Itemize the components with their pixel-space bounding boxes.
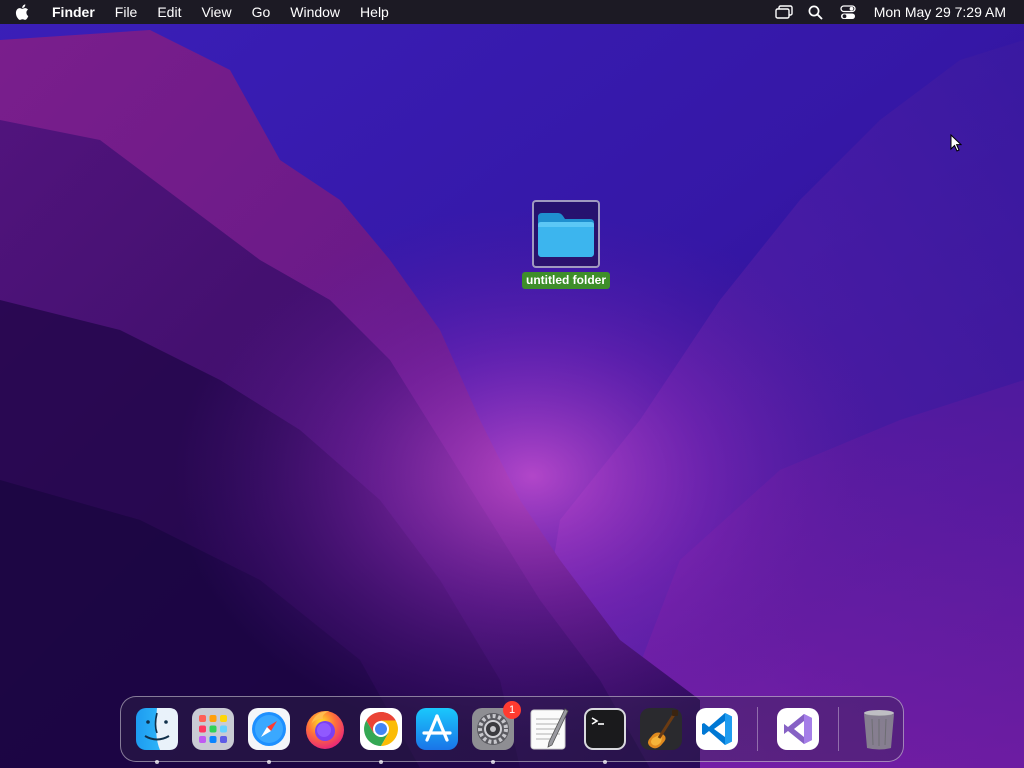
menu-go[interactable]: Go xyxy=(242,0,281,24)
garageband-icon xyxy=(640,708,682,750)
apple-logo-icon[interactable] xyxy=(0,0,44,24)
menu-app-name[interactable]: Finder xyxy=(44,0,105,24)
menu-bar: Finder File Edit View Go Window Help Mon… xyxy=(0,0,1024,24)
firefox-icon xyxy=(306,711,344,749)
screen-mirroring-icon[interactable] xyxy=(773,0,795,24)
menu-bar-status-area: Mon May 29 7:29 AM xyxy=(768,0,1024,24)
dock-app-textedit[interactable] xyxy=(527,707,571,751)
dock-app-trash[interactable] xyxy=(857,707,901,751)
mouse-pointer-icon xyxy=(950,134,962,152)
notification-badge: 1 xyxy=(503,701,521,719)
dock-app-system-preferences[interactable]: 1 xyxy=(471,701,521,764)
dock-app-firefox[interactable] xyxy=(303,707,347,751)
desktop-folder-item[interactable]: untitled folder xyxy=(518,200,614,289)
finder-icon xyxy=(136,708,178,750)
wallpaper xyxy=(0,0,1024,768)
terminal-icon xyxy=(584,708,626,750)
running-indicator xyxy=(491,760,495,764)
running-indicator xyxy=(155,760,159,764)
running-indicator xyxy=(379,760,383,764)
launchpad-icon xyxy=(192,708,234,750)
menu-bar-clock[interactable]: Mon May 29 7:29 AM xyxy=(874,4,1006,20)
folder-icon xyxy=(538,213,594,257)
spotlight-search-icon[interactable] xyxy=(805,0,827,24)
control-center-icon[interactable] xyxy=(837,0,859,24)
dock-app-terminal[interactable] xyxy=(583,707,627,764)
dock-app-visual-studio[interactable] xyxy=(776,707,820,751)
running-indicator xyxy=(267,760,271,764)
dock-app-safari[interactable] xyxy=(247,707,291,764)
dock-app-launchpad[interactable] xyxy=(191,707,235,751)
dock-app-vscode[interactable] xyxy=(695,707,739,751)
vscode-icon xyxy=(696,708,738,750)
folder-selection-frame[interactable] xyxy=(532,200,600,268)
menu-help[interactable]: Help xyxy=(350,0,399,24)
menu-view[interactable]: View xyxy=(191,0,241,24)
safari-icon xyxy=(248,708,290,750)
trash-icon xyxy=(864,710,894,750)
dock: 1 xyxy=(120,696,904,764)
dock-separator xyxy=(757,707,758,751)
menu-window[interactable]: Window xyxy=(280,0,350,24)
menu-file[interactable]: File xyxy=(105,0,148,24)
chrome-icon xyxy=(360,708,402,750)
visual-studio-icon xyxy=(777,708,819,750)
app-store-icon xyxy=(416,708,458,750)
dock-separator xyxy=(838,707,839,751)
desktop[interactable]: Finder File Edit View Go Window Help Mon… xyxy=(0,0,1024,768)
dock-app-app-store[interactable] xyxy=(415,707,459,751)
dock-app-finder[interactable] xyxy=(135,707,179,764)
folder-name-label[interactable]: untitled folder xyxy=(522,272,610,289)
textedit-icon xyxy=(530,708,569,750)
dock-app-chrome[interactable] xyxy=(359,707,403,764)
menu-edit[interactable]: Edit xyxy=(147,0,191,24)
running-indicator xyxy=(603,760,607,764)
dock-app-garageband[interactable] xyxy=(639,707,683,751)
